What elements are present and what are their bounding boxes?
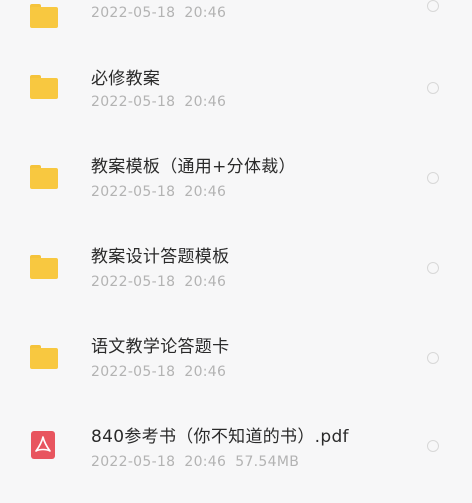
file-meta: 2022-05-18 20:46: [91, 94, 226, 110]
file-meta: 2022-05-18 20:46: [91, 184, 226, 200]
select-radio[interactable]: [427, 172, 439, 184]
file-name: 教案模板（通用+分体裁）: [91, 157, 296, 177]
folder-icon: [30, 255, 58, 279]
file-time: 20:46: [184, 364, 227, 380]
folder-icon: [30, 4, 58, 28]
file-name: 教案设计答题模板: [91, 247, 230, 267]
select-radio[interactable]: [427, 262, 439, 274]
file-date: 2022-05-18: [91, 94, 176, 110]
file-date: 2022-05-18: [91, 454, 176, 470]
file-time: 20:46: [184, 274, 227, 290]
file-meta: 2022-05-18 20:46: [91, 5, 226, 21]
file-time: 20:46: [184, 454, 227, 470]
file-meta: 2022-05-18 20:46 57.54MB: [91, 454, 299, 470]
file-time: 20:46: [184, 5, 227, 21]
select-radio[interactable]: [427, 0, 439, 12]
select-radio[interactable]: [427, 440, 439, 452]
file-name: 840参考书（你不知道的书）.pdf: [91, 427, 349, 447]
select-radio[interactable]: [427, 82, 439, 94]
file-date: 2022-05-18: [91, 274, 176, 290]
list-item[interactable]: 教案设计答题模板 2022-05-18 20:46: [0, 230, 472, 320]
file-date: 2022-05-18: [91, 184, 176, 200]
pdf-icon: [31, 431, 55, 459]
select-radio[interactable]: [427, 352, 439, 364]
folder-icon: [30, 165, 58, 189]
file-meta: 2022-05-18 20:46: [91, 364, 226, 380]
list-item[interactable]: 必修教案 2022-05-18 20:46: [0, 50, 472, 140]
file-meta: 2022-05-18 20:46: [91, 274, 226, 290]
list-item[interactable]: 教案模板（通用+分体裁） 2022-05-18 20:46: [0, 140, 472, 230]
file-time: 20:46: [184, 184, 227, 200]
file-size: 57.54MB: [235, 454, 300, 470]
list-item[interactable]: 840参考书（你不知道的书）.pdf 2022-05-18 20:46 57.54M…: [0, 410, 472, 500]
folder-icon: [30, 345, 58, 369]
file-date: 2022-05-18: [91, 364, 176, 380]
file-time: 20:46: [184, 94, 227, 110]
list-item[interactable]: 2022-05-18 20:46: [0, 0, 472, 28]
file-list: 2022-05-18 20:46 必修教案 2022-05-18 20:46 教案模…: [0, 0, 472, 503]
list-item[interactable]: 语文教学论答题卡 2022-05-18 20:46: [0, 320, 472, 410]
folder-icon: [30, 75, 58, 99]
file-name: 语文教学论答题卡: [91, 337, 230, 357]
file-date: 2022-05-18: [91, 5, 176, 21]
file-name: 必修教案: [91, 69, 161, 89]
